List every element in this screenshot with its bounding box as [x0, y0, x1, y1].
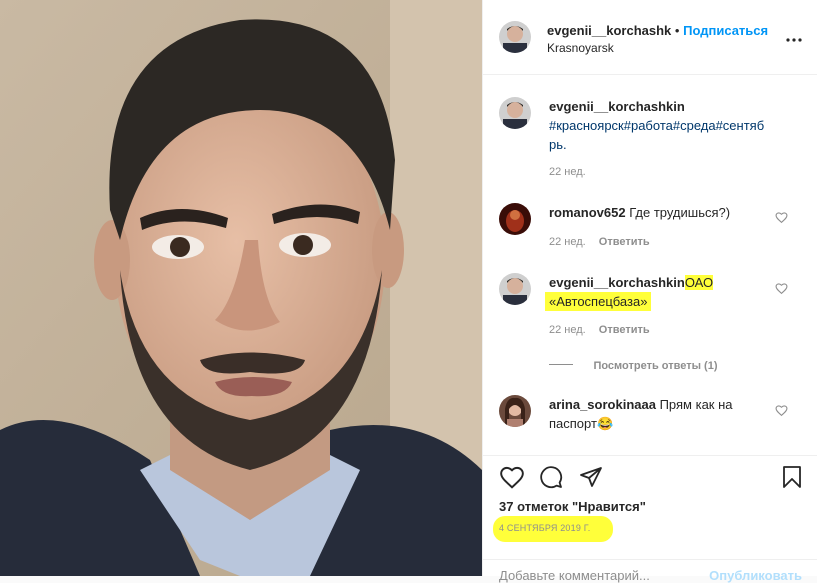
- caption-text: evgenii__korchashkin #красноярск#работа#…: [549, 97, 789, 154]
- comment-avatar-arina[interactable]: [499, 395, 531, 427]
- comment-bubble-icon[interactable]: [539, 465, 563, 489]
- share-paper-plane-icon[interactable]: [579, 465, 603, 489]
- post-date[interactable]: 4 СЕНТЯБРЯ 2019 Г.: [499, 523, 590, 533]
- caption-hashtags-line2[interactable]: рь.: [549, 135, 789, 154]
- heart-icon[interactable]: [775, 282, 788, 295]
- caption-time[interactable]: 22 нед.: [549, 166, 586, 178]
- avatar-image: [499, 21, 531, 53]
- comment-romanov: romanov652 Где трудишься?): [549, 203, 730, 222]
- avatar-image: [499, 203, 531, 235]
- post-photo[interactable]: [0, 0, 482, 576]
- reply-button[interactable]: Ответить: [599, 236, 650, 248]
- comment-text: Где трудишься?): [629, 205, 731, 220]
- post-actions-section: 37 отметок "Нравится" 4 СЕНТЯБРЯ 2019 Г.…: [483, 455, 817, 583]
- avatar-image: [499, 395, 531, 427]
- separator-dot: •: [674, 23, 680, 38]
- comment-meta-row: 22 нед. Ответить: [549, 324, 650, 336]
- heart-icon[interactable]: [775, 404, 788, 417]
- comment-avatar-evgenii[interactable]: [499, 273, 531, 305]
- save-bookmark-icon[interactable]: [782, 465, 802, 489]
- replies-divider-line: [549, 364, 573, 366]
- comment-avatar-romanov[interactable]: [499, 203, 531, 235]
- author-username[interactable]: evgenii__korchashk: [547, 23, 671, 38]
- avatar-image: [499, 97, 531, 129]
- post-details-panel: evgenii__korchashk • Подписаться Krasnoy…: [482, 0, 817, 583]
- view-replies-button[interactable]: Посмотреть ответы (1): [593, 360, 717, 372]
- comment-text-line1: ОАО: [684, 275, 714, 290]
- comment-time[interactable]: 22 нед.: [549, 236, 586, 248]
- view-replies-row[interactable]: Посмотреть ответы (1): [549, 356, 717, 374]
- comment-meta-row: 22 нед. Ответить: [549, 236, 650, 248]
- header-title-row: evgenii__korchashk • Подписаться: [547, 23, 768, 38]
- post-header: evgenii__korchashk • Подписаться Krasnoy…: [483, 0, 817, 75]
- comment-text-line1: Прям как на: [659, 397, 733, 412]
- likes-count[interactable]: 37 отметок "Нравится": [499, 499, 646, 514]
- more-dots-icon[interactable]: [786, 30, 802, 42]
- portrait-illustration: [0, 0, 482, 576]
- location-link[interactable]: Krasnoyarsk: [547, 41, 614, 55]
- comment-username[interactable]: arina_sorokinaaa: [549, 397, 656, 412]
- comment-text-line2: паспорт: [549, 416, 597, 431]
- comment-arina: arina_sorokinaaa Прям как на паспорт😂: [549, 395, 789, 433]
- comment-username[interactable]: evgenii__korchashkin: [549, 275, 685, 290]
- caption-avatar[interactable]: [499, 97, 531, 129]
- author-avatar[interactable]: [499, 21, 531, 53]
- reply-button[interactable]: Ответить: [599, 324, 650, 336]
- comment-evgenii: evgenii__korchashkinОАО «Автоспецбаза»: [545, 273, 789, 311]
- follow-button[interactable]: Подписаться: [683, 23, 768, 38]
- comment-time[interactable]: 22 нед.: [549, 324, 586, 336]
- heart-icon[interactable]: [775, 211, 788, 224]
- caption-username[interactable]: evgenii__korchashkin: [549, 97, 789, 116]
- comment-username[interactable]: romanov652: [549, 205, 626, 220]
- caption-hashtags-line1[interactable]: #красноярск#работа#среда#сентяб: [549, 116, 789, 135]
- add-comment-divider: [483, 559, 817, 560]
- comment-text-line2: «Автоспецбаза»: [545, 292, 652, 311]
- like-heart-icon[interactable]: [499, 465, 525, 489]
- laughing-emoji-icon: 😂: [596, 416, 614, 431]
- avatar-image: [499, 273, 531, 305]
